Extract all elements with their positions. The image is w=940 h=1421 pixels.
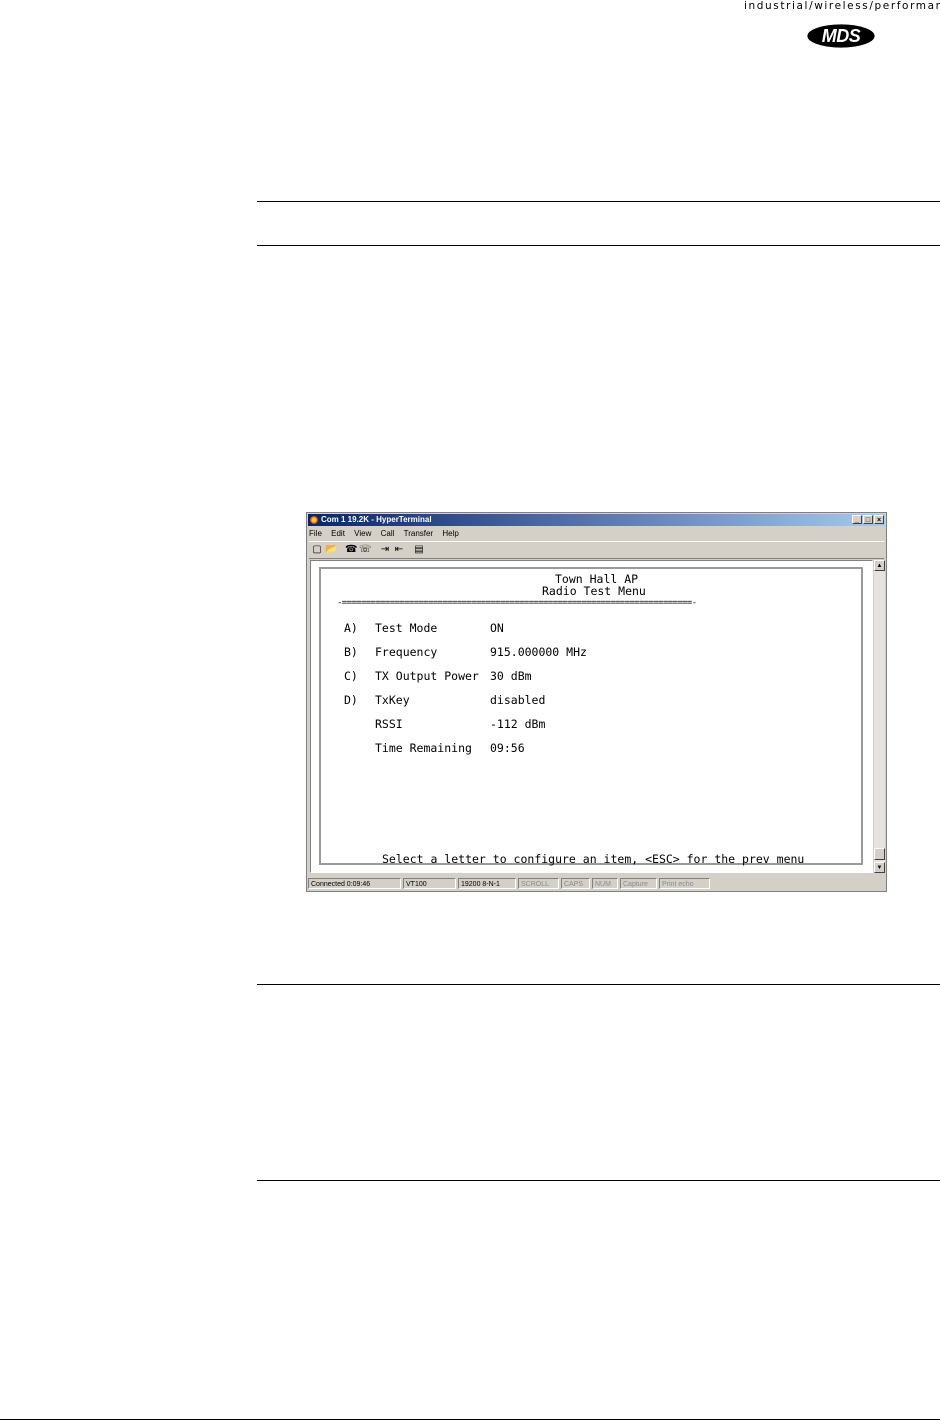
menu-edit[interactable]: Edit xyxy=(331,528,345,539)
menu-item-key: D) xyxy=(344,693,358,707)
hyperterminal-app-icon xyxy=(310,516,318,524)
mds-logo-text: MDS xyxy=(821,26,861,46)
status-value: -112 dBm xyxy=(490,717,546,731)
menu-item-key: B) xyxy=(344,645,358,659)
scroll-up-icon[interactable]: ▲ xyxy=(874,560,885,571)
scroll-thumb[interactable] xyxy=(874,848,885,860)
connect-icon[interactable]: ☎ xyxy=(345,544,357,556)
status-connected: Connected 0:09:46 xyxy=(308,878,401,889)
section-rule-top xyxy=(257,201,940,202)
status-value: 09:56 xyxy=(490,741,525,755)
menu-separator: -=======================================… xyxy=(337,598,697,608)
status-emulation: VT100 xyxy=(403,878,456,889)
section-rule-mid xyxy=(257,984,940,985)
receive-icon[interactable]: ⇤ xyxy=(393,544,405,556)
terminal-prompt: Select a letter to configure an item, <E… xyxy=(382,852,805,866)
menu-item-value: 915.000000 MHz xyxy=(490,645,587,659)
menu-file[interactable]: File xyxy=(309,528,322,539)
menu-item-label: TxKey xyxy=(375,693,410,707)
open-icon[interactable]: 📂 xyxy=(325,544,337,556)
status-port-settings: 19200 8-N-1 xyxy=(458,878,516,889)
close-button[interactable]: × xyxy=(874,515,884,524)
window-titlebar[interactable]: Com 1 19.2K - HyperTerminal _ □ × xyxy=(308,514,885,526)
hyperterminal-window: Com 1 19.2K - HyperTerminal _ □ × File E… xyxy=(306,512,887,892)
properties-icon[interactable]: ▤ xyxy=(413,544,425,556)
scroll-down-icon[interactable]: ▼ xyxy=(874,862,885,873)
toolbar: ▢ 📂 ☎ ☏ ⇥ ⇤ ▤ xyxy=(309,541,884,559)
status-caps: CAPS xyxy=(561,878,590,889)
section-rule-top-2 xyxy=(257,245,940,246)
new-icon[interactable]: ▢ xyxy=(311,544,323,556)
terminal-screen-border xyxy=(319,567,863,865)
maximize-button[interactable]: □ xyxy=(863,515,873,524)
send-icon[interactable]: ⇥ xyxy=(379,544,391,556)
disconnect-icon[interactable]: ☏ xyxy=(359,544,372,556)
menu-help[interactable]: Help xyxy=(442,528,458,539)
section-rule-mid-2 xyxy=(257,1180,940,1181)
minimize-button[interactable]: _ xyxy=(852,515,862,524)
status-label: RSSI xyxy=(375,717,403,731)
vertical-scrollbar[interactable]: ▲ ▼ xyxy=(874,560,885,873)
status-scroll: SCROLL xyxy=(518,878,559,889)
status-label: Time Remaining xyxy=(375,741,472,755)
menu-transfer[interactable]: Transfer xyxy=(404,528,434,539)
window-title: Com 1 19.2K - HyperTerminal xyxy=(321,515,432,524)
menu-item-value: ON xyxy=(490,621,504,635)
menu-call[interactable]: Call xyxy=(381,528,395,539)
status-capture: Capture xyxy=(620,878,657,889)
header-tagline: industrial/wireless/performance xyxy=(744,0,940,12)
menu-item-label: Frequency xyxy=(375,645,438,659)
page-footer-rule xyxy=(0,1419,940,1420)
menu-view[interactable]: View xyxy=(354,528,371,539)
status-print-echo: Print echo xyxy=(659,878,710,889)
menu-item-value: disabled xyxy=(490,693,546,707)
menu-bar: File Edit View Call Transfer Help xyxy=(309,528,466,539)
menu-item-label: TX Output Power xyxy=(375,669,479,683)
menu-item-value: 30 dBm xyxy=(490,669,532,683)
status-bar: Connected 0:09:46 VT100 19200 8-N-1 SCRO… xyxy=(308,877,885,890)
menu-item-key: C) xyxy=(344,669,358,683)
terminal-area[interactable]: Town Hall AP Radio Test Menu -==========… xyxy=(310,560,873,873)
menu-item-key: A) xyxy=(344,621,358,635)
menu-item-label: Test Mode xyxy=(375,621,438,635)
status-num: NUM xyxy=(592,878,618,889)
